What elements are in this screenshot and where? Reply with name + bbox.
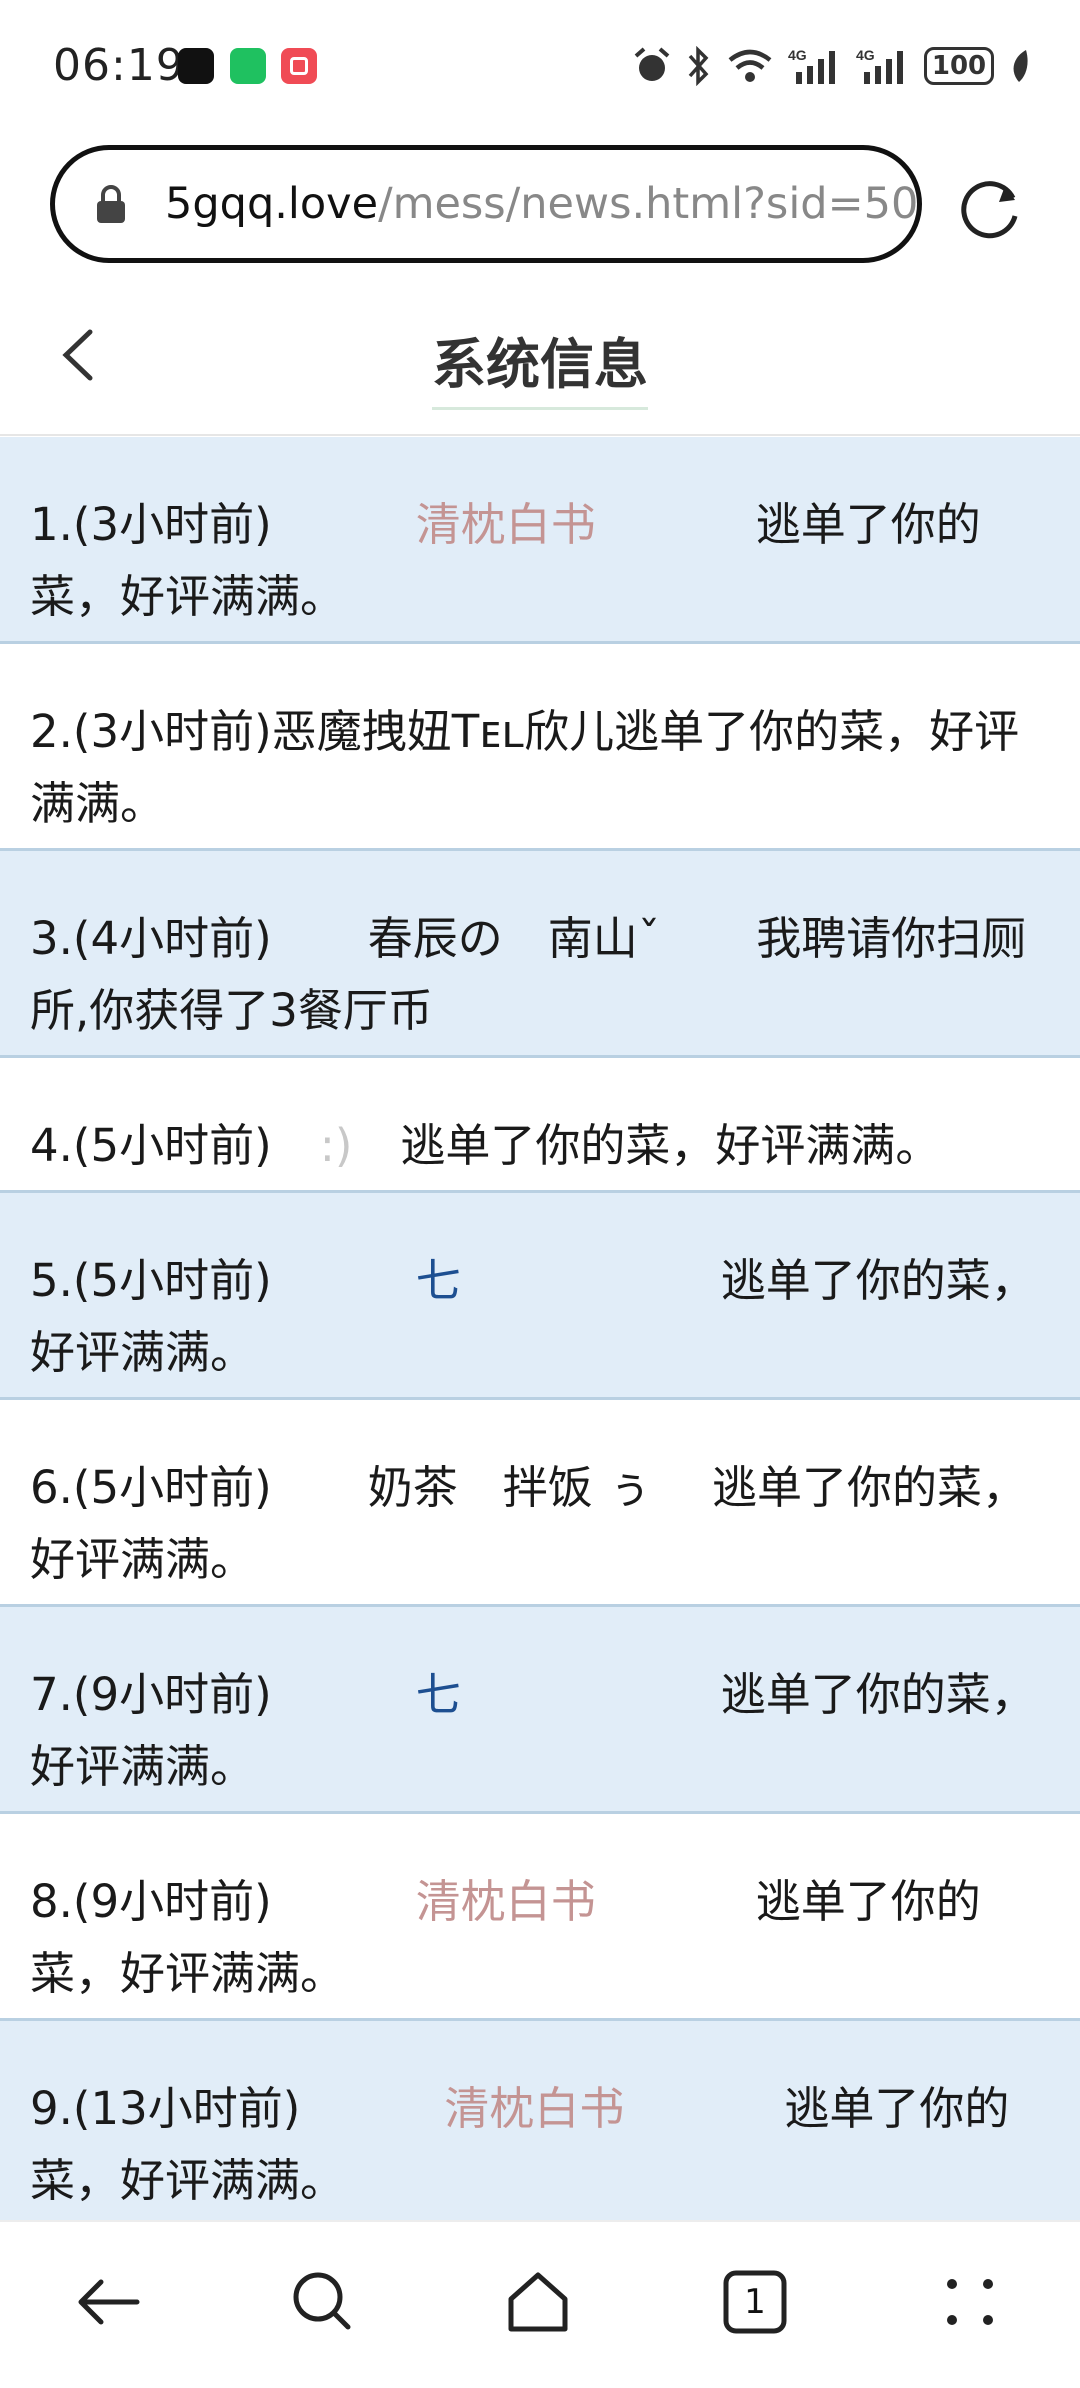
list-item[interactable]: 4.(5小时前):) 逃单了你的菜，好评满满。 xyxy=(0,1058,1080,1193)
message-time: 6.(5小时前) xyxy=(30,1461,272,1514)
message-time: 5.(5小时前) xyxy=(30,1254,272,1307)
message-time: 1.(3小时前) xyxy=(30,498,272,551)
back-arrow-icon xyxy=(78,2279,140,2325)
menu-dots-icon xyxy=(947,2279,993,2325)
message-user[interactable]: 清枕白书 xyxy=(444,2082,624,2135)
message-user[interactable]: :) xyxy=(320,1119,353,1172)
tabs-button[interactable]: 1 xyxy=(715,2262,795,2342)
menu-button[interactable] xyxy=(930,2262,1010,2342)
list-item[interactable]: 2.(3小时前)恶魔拽妞Tᴇʟ欣儿逃单了你的菜，好评满满。 xyxy=(0,644,1080,851)
message-time: 7.(9小时前) xyxy=(30,1668,272,1721)
browser-bottom-nav: 1 xyxy=(0,2220,1080,2388)
list-item[interactable]: 5.(5小时前) 七逃单了你的菜，好评满满。 xyxy=(0,1193,1080,1400)
message-user[interactable]: 春辰の 南山ˇ xyxy=(368,912,661,965)
home-button[interactable] xyxy=(498,2262,578,2342)
url-path: /mess/news.html?sid=50 xyxy=(378,179,917,229)
wifi-icon xyxy=(728,49,772,82)
status-bar: 06:19 4G 4G 100 xyxy=(0,0,1080,135)
url-host: 5gqq.love xyxy=(165,179,379,229)
signal-4g-icon: 4G xyxy=(788,47,835,84)
message-user[interactable]: 七 xyxy=(416,1668,461,1721)
tiktok-notification-icon xyxy=(178,48,214,84)
search-button[interactable] xyxy=(283,2262,363,2342)
battery-icon: 100 xyxy=(924,47,994,85)
lock-icon xyxy=(97,185,125,223)
alarm-icon xyxy=(634,47,670,81)
svg-text:4G: 4G xyxy=(788,47,807,63)
tab-count: 1 xyxy=(744,2282,766,2322)
message-user[interactable]: 恶魔拽妞Tᴇʟ欣儿 xyxy=(272,705,614,758)
list-item[interactable]: 7.(9小时前) 七逃单了你的菜，好评满满。 xyxy=(0,1607,1080,1814)
message-text: 逃单了你的菜，好评满满。 xyxy=(400,1119,941,1172)
message-time: 8.(9小时前) xyxy=(30,1875,272,1928)
message-user[interactable]: 七 xyxy=(416,1254,461,1307)
message-time: 4.(5小时前) xyxy=(30,1119,272,1172)
message-time: 3.(4小时前) xyxy=(30,912,272,965)
message-user[interactable]: 奶茶 拌饭 ぅ xyxy=(368,1461,652,1514)
address-bar[interactable]: 5gqq.love/mess/news.html?sid=50 xyxy=(50,145,922,263)
list-item[interactable]: 8.(9小时前) 清枕白书 逃单了你的菜，好评满满。 xyxy=(0,1814,1080,2021)
back-button[interactable] xyxy=(68,2262,148,2342)
bluetooth-icon xyxy=(688,46,709,86)
svg-text:4G: 4G xyxy=(856,47,875,63)
message-time: 9.(13小时前) xyxy=(30,2082,301,2135)
signal-4g-icon-2: 4G xyxy=(856,47,903,84)
app-notification-icon xyxy=(281,48,317,84)
leaf-icon xyxy=(1013,50,1028,82)
page-header: 系统信息 xyxy=(0,290,1080,436)
message-user[interactable]: 清枕白书 xyxy=(416,498,596,551)
list-item[interactable]: 1.(3小时前) 清枕白书 逃单了你的菜，好评满满。 xyxy=(0,437,1080,644)
wechat-notification-icon xyxy=(230,48,266,84)
list-item[interactable]: 9.(13小时前) 清枕白书 逃单了你的菜，好评满满。 xyxy=(0,2021,1080,2228)
page-title: 系统信息 xyxy=(0,320,1080,410)
message-time: 2.(3小时前) xyxy=(30,705,272,758)
clock: 06:19 xyxy=(53,40,185,91)
search-icon xyxy=(293,2272,351,2330)
list-item[interactable]: 6.(5小时前) 奶茶 拌饭 ぅ逃单了你的菜，好评满满。 xyxy=(0,1400,1080,1607)
message-list: 1.(3小时前) 清枕白书 逃单了你的菜，好评满满。 2.(3小时前)恶魔拽妞Tᴇʟ… xyxy=(0,437,1080,2228)
reload-icon[interactable] xyxy=(955,172,1027,244)
home-icon xyxy=(508,2272,568,2332)
message-user[interactable]: 清枕白书 xyxy=(416,1875,596,1928)
list-item[interactable]: 3.(4小时前) 春辰の 南山ˇ 我聘请你扫厕所,你获得了3餐厅币 xyxy=(0,851,1080,1058)
url-text[interactable]: 5gqq.love/mess/news.html?sid=50 xyxy=(165,179,917,229)
